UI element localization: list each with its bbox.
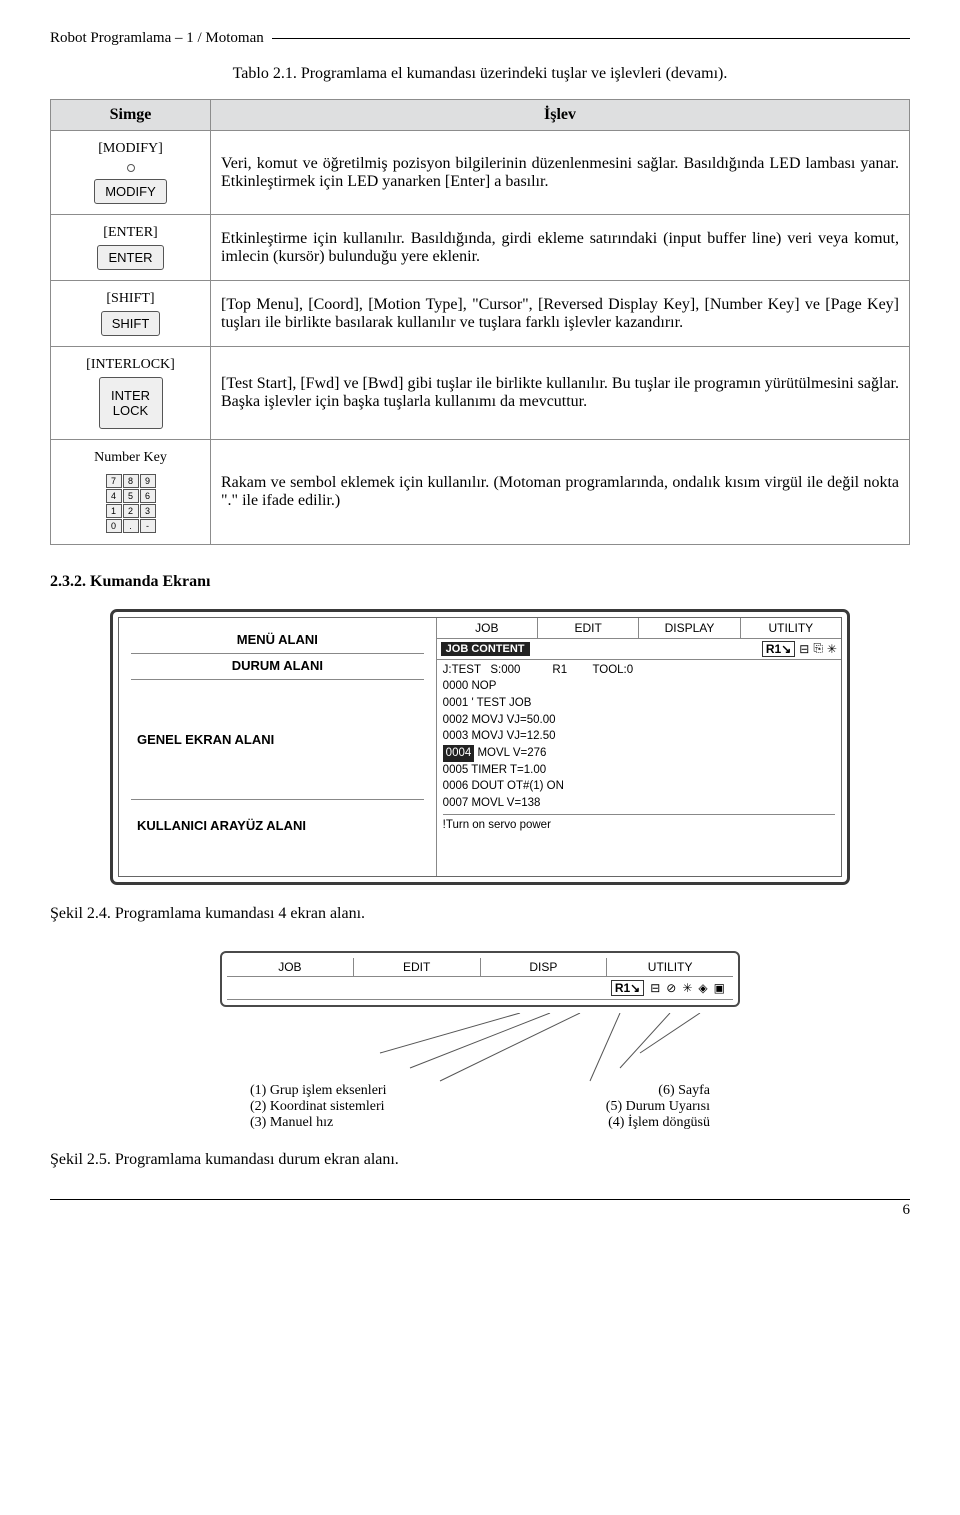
status-tab-job: JOB	[227, 958, 354, 976]
table-caption: Tablo 2.1. Programlama el kumandası üzer…	[50, 65, 910, 83]
screen-left-pane: MENÜ ALANI DURUM ALANI GENEL EKRAN ALANI…	[119, 618, 437, 876]
status-tab-edit: EDIT	[354, 958, 481, 976]
numpad-icon: 7 8 9 4 5 6 1 2 3 0	[105, 473, 156, 533]
ui-area-label: KULLANICI ARAYÜZ ALANI	[131, 800, 424, 852]
header-rule	[272, 38, 910, 39]
code-line: 0007 MOVL V=138	[443, 795, 835, 812]
screen-right-pane: JOB EDIT DISPLAY UTILITY JOB CONTENT R1↘…	[437, 618, 841, 876]
annot-1: (1) Grup işlem eksenleri	[250, 1083, 386, 1099]
code-line: 0002 MOVJ VJ=50.00	[443, 712, 835, 729]
table-row: [INTERLOCK] INTER LOCK [Test Start], [Fw…	[51, 347, 910, 440]
annot-6: (6) Sayfa	[658, 1083, 710, 1099]
desc-shift: [Top Menu], [Coord], [Motion Type], "Cur…	[211, 281, 910, 347]
col-header-islev: İşlev	[211, 100, 910, 131]
interlock-key-icon: INTER LOCK	[99, 377, 163, 429]
code-line: 0000 NOP	[443, 678, 835, 695]
status-annotations: (1) Grup işlem eksenleri (6) Sayfa (2) K…	[220, 1013, 740, 1131]
annot-3: (3) Manuel hız	[250, 1115, 333, 1131]
code-line: 0004 MOVL V=276	[443, 745, 835, 762]
coord-icon: ⊟	[650, 981, 660, 995]
header-text: Robot Programlama – 1 / Motoman	[50, 30, 272, 47]
code-line: 0005 TIMER T=1.00	[443, 762, 835, 779]
subbar: JOB CONTENT R1↘ ⊟ ⎘ ✳	[437, 639, 841, 660]
status-r1-badge: R1↘	[611, 980, 644, 996]
desc-modify: Veri, komut ve öğretilmiş pozisyon bilgi…	[211, 131, 910, 215]
icon-group: ⊟	[799, 642, 809, 656]
tab-job: JOB	[437, 618, 538, 638]
code-footer: !Turn on servo power	[443, 814, 835, 834]
shift-key-icon: SHIFT	[101, 311, 161, 336]
main-area-label: GENEL EKRAN ALANI	[131, 680, 424, 800]
speed-icon: ⊘	[666, 981, 676, 995]
status-figure: JOB EDIT DISP UTILITY R1↘ ⊟ ⊘ ✳ ◈ ▣	[220, 951, 740, 1007]
code-line: 0001 ' TEST JOB	[443, 695, 835, 712]
annot-2: (2) Koordinat sistemleri	[250, 1099, 385, 1115]
status-tab-disp: DISP	[481, 958, 608, 976]
annot-5: (5) Durum Uyarısı	[606, 1099, 710, 1115]
jobcontent-label: JOB CONTENT	[441, 642, 530, 656]
col-header-simge: Simge	[51, 100, 211, 131]
page-number: 6	[903, 1202, 911, 1218]
icon-interlock: [INTERLOCK] INTER LOCK	[51, 347, 211, 440]
icon-enter: [ENTER] ENTER	[51, 215, 211, 281]
alarm-icon: ◈	[698, 981, 707, 995]
modify-key-icon: MODIFY	[94, 179, 167, 204]
led-icon	[127, 164, 135, 172]
page-footer: 6	[50, 1199, 910, 1219]
cycle-icon: ✳	[682, 981, 692, 995]
annot-4: (4) İşlem döngüsü	[608, 1115, 710, 1131]
tabbar: JOB EDIT DISPLAY UTILITY	[437, 618, 841, 639]
table-row: Number Key 7 8 9 4 5 6 1 2 3	[51, 440, 910, 545]
tab-display: DISPLAY	[639, 618, 740, 638]
icon-numberkey: Number Key 7 8 9 4 5 6 1 2 3	[51, 440, 211, 545]
status-icons-row: R1↘ ⊟ ⊘ ✳ ◈ ▣	[227, 977, 733, 1000]
icon-page: ⎘	[813, 641, 823, 656]
page-icon: ▣	[714, 981, 725, 995]
section-heading-232: 2.3.2. Kumanda Ekranı	[50, 573, 910, 591]
tab-utility: UTILITY	[741, 618, 841, 638]
tab-edit: EDIT	[538, 618, 639, 638]
annotation-lines-icon	[220, 1013, 740, 1083]
figure-25-caption: Şekil 2.5. Programlama kumandası durum e…	[50, 1151, 910, 1169]
table-row: [SHIFT] SHIFT [Top Menu], [Coord], [Moti…	[51, 281, 910, 347]
info-line: J:TEST S:000 R1 TOOL:0	[443, 662, 835, 679]
code-line: 0003 MOVJ VJ=12.50	[443, 728, 835, 745]
enter-key-icon: ENTER	[97, 245, 163, 270]
keys-table: Simge İşlev [MODIFY] MODIFY Veri, komut …	[50, 99, 910, 545]
table-row: [MODIFY] MODIFY Veri, komut ve öğretilmi…	[51, 131, 910, 215]
r1-badge: R1↘	[762, 641, 795, 657]
table-row: [ENTER] ENTER Etkinleştirme için kullanı…	[51, 215, 910, 281]
page-header: Robot Programlama – 1 / Motoman	[50, 30, 910, 47]
desc-interlock: [Test Start], [Fwd] ve [Bwd] gibi tuşlar…	[211, 347, 910, 440]
status-area-label: DURUM ALANI	[131, 654, 424, 680]
icon-sun: ✳	[827, 642, 837, 656]
figure-24-caption: Şekil 2.4. Programlama kumandası 4 ekran…	[50, 905, 910, 923]
icon-shift: [SHIFT] SHIFT	[51, 281, 211, 347]
desc-enter: Etkinleştirme için kullanılır. Basıldığı…	[211, 215, 910, 281]
icon-modify: [MODIFY] MODIFY	[51, 131, 211, 215]
status-tab-utility: UTILITY	[607, 958, 733, 976]
code-area: J:TEST S:000 R1 TOOL:0 0000 NOP 0001 ' T…	[437, 660, 841, 836]
code-line: 0006 DOUT OT#(1) ON	[443, 778, 835, 795]
screen-figure: MENÜ ALANI DURUM ALANI GENEL EKRAN ALANI…	[110, 609, 850, 885]
desc-numberkey: Rakam ve sembol eklemek için kullanılır.…	[211, 440, 910, 545]
menu-area-label: MENÜ ALANI	[131, 628, 424, 654]
